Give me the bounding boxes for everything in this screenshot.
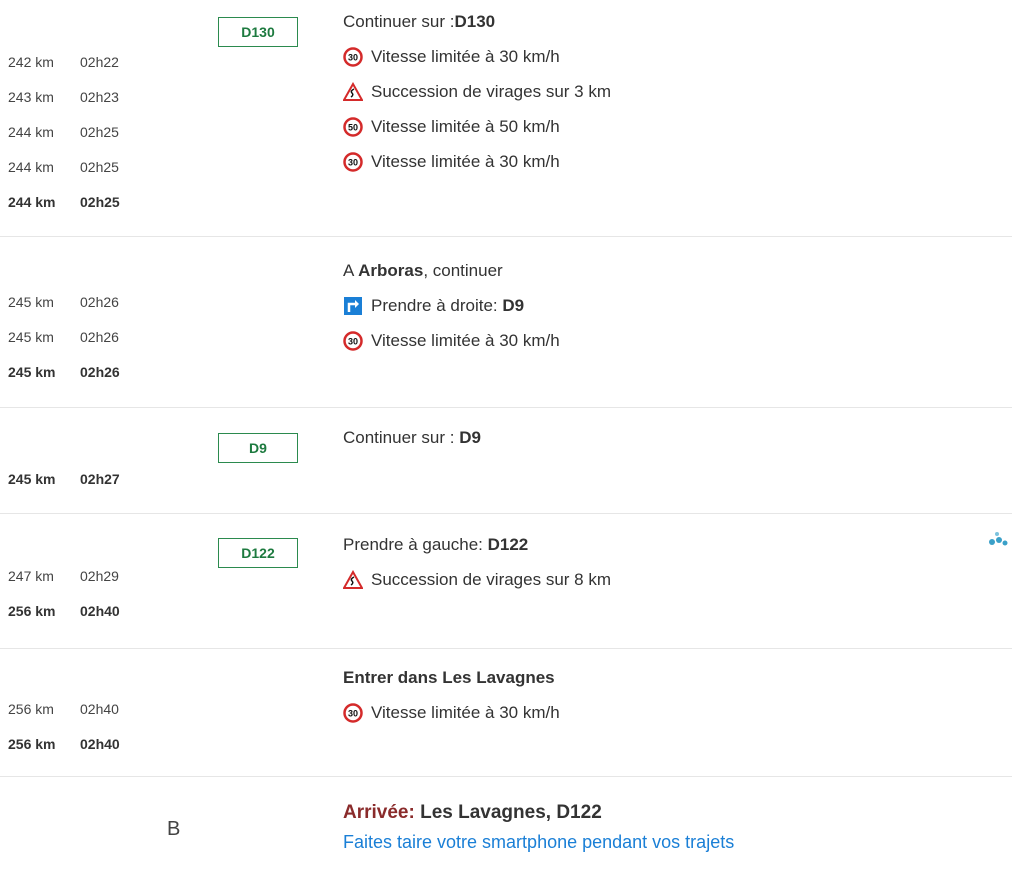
- instruction-list: Entrer dans Les Lavagnes 30 Vitesse limi…: [343, 660, 560, 730]
- step-row: 30 Vitesse limitée à 30 km/h: [343, 695, 560, 730]
- smartphone-advice-link[interactable]: Faites taire votre smartphone pendant vo…: [343, 828, 734, 856]
- winding-road-warning-icon: [343, 81, 363, 102]
- step-row: Succession de virages sur 8 km: [343, 562, 611, 597]
- destination-marker: B: [167, 818, 181, 840]
- instruction-list: Prendre à gauche: D122 Succession de vir…: [343, 527, 611, 597]
- distance-time-row: 242 km 02h22: [8, 54, 119, 70]
- section-divider: [0, 513, 1012, 514]
- step-heading: Continuer sur : D9: [343, 428, 481, 447]
- distance-time-list: 256 km 02h40 256 km 02h40: [8, 692, 120, 762]
- road-badge-d9: D9: [218, 433, 298, 463]
- step-row: 30 Vitesse limitée à 30 km/h: [343, 39, 611, 74]
- step-heading: Continuer sur : D130: [343, 12, 496, 31]
- speed-50-icon: 50: [343, 116, 363, 137]
- winding-road-warning-icon: [343, 569, 363, 590]
- svg-text:50: 50: [348, 122, 358, 132]
- instruction-list: Continuer sur : D9: [343, 420, 481, 455]
- distance-time-list: 242 km 02h22 243 km 02h23 244 km 02h25 244 …: [8, 45, 120, 220]
- step-row: Prendre à droite: D9: [343, 288, 560, 323]
- distance-time-list: 245 km 02h26 245 km 02h26 245 km 02h26: [8, 285, 120, 390]
- distance-time-list: 247 km 02h29 256 km 02h40: [8, 559, 120, 629]
- section-divider: [0, 648, 1012, 649]
- weather-icon: [986, 530, 1008, 548]
- road-badge-d122: D122: [218, 538, 298, 568]
- distance-time-list: 245 km 02h27: [8, 462, 120, 497]
- step-row: Succession de virages sur 3 km: [343, 74, 611, 109]
- svg-text:30: 30: [348, 708, 358, 718]
- arrival-info: Arrivée: Les Lavagnes, D122 Faites taire…: [343, 798, 734, 856]
- section-divider: [0, 407, 1012, 408]
- svg-text:30: 30: [348, 52, 358, 62]
- distance-time-row: 244 km 02h25: [8, 159, 119, 175]
- svg-text:30: 30: [348, 336, 358, 346]
- svg-text:30: 30: [348, 157, 358, 167]
- distance-time-total: 256 km 02h40: [8, 736, 120, 752]
- distance-time-row: 256 km 02h40: [8, 701, 119, 717]
- distance-time-total: 256 km 02h40: [8, 603, 120, 619]
- distance-time-row: 247 km 02h29: [8, 568, 119, 584]
- step-heading: A Arboras, continuer: [343, 261, 503, 280]
- step-heading: Entrer dans Les Lavagnes: [343, 668, 555, 687]
- road-badge-d130: D130: [218, 17, 298, 47]
- arrival-title: Arrivée: Les Lavagnes, D122: [343, 802, 602, 823]
- distance-time-total: 245 km 02h27: [8, 471, 120, 487]
- distance-time-total: 245 km 02h26: [8, 364, 120, 380]
- section-divider: [0, 236, 1012, 237]
- speed-30-icon: 30: [343, 330, 363, 351]
- distance-time-row: 244 km 02h25: [8, 124, 119, 140]
- step-row: 30 Vitesse limitée à 30 km/h: [343, 323, 560, 358]
- speed-30-icon: 30: [343, 46, 363, 67]
- step-row: 50 Vitesse limitée à 50 km/h: [343, 109, 611, 144]
- instruction-list: A Arboras, continuer Prendre à droite: D…: [343, 253, 560, 358]
- distance-time-row: 245 km 02h26: [8, 329, 119, 345]
- distance-time-row: 243 km 02h23: [8, 89, 119, 105]
- turn-right-icon: [343, 296, 363, 316]
- distance-time-total: 244 km 02h25: [8, 194, 120, 210]
- section-divider: [0, 776, 1012, 777]
- speed-30-icon: 30: [343, 702, 363, 723]
- distance-time-row: 245 km 02h26: [8, 294, 119, 310]
- speed-30-icon: 30: [343, 151, 363, 172]
- step-heading: Prendre à gauche: D122: [343, 535, 529, 554]
- step-row: 30 Vitesse limitée à 30 km/h: [343, 144, 611, 179]
- instruction-list: Continuer sur : D130 30 Vitesse limitée …: [343, 4, 611, 179]
